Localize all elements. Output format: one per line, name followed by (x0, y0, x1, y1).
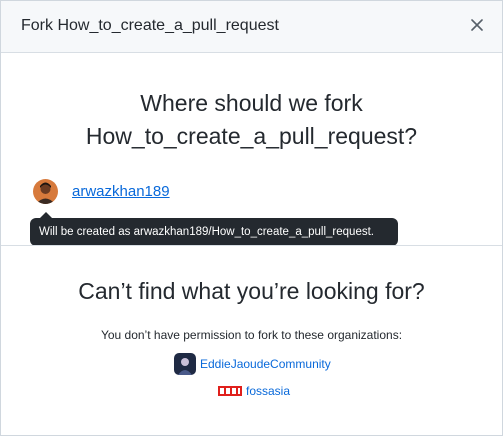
close-button[interactable] (464, 12, 490, 38)
org-name: EddieJaoudeCommunity (200, 357, 331, 371)
fork-question-line-2: How_to_create_a_pull_request? (85, 123, 418, 149)
fork-dialog: Fork How_to_create_a_pull_request Where … (0, 0, 503, 436)
cant-find-heading: Can’t find what you’re looking for? (78, 278, 425, 304)
owner-option[interactable]: arwazkhan189 (33, 176, 170, 206)
close-icon (471, 19, 483, 31)
org-logo-fossasia-icon (218, 385, 242, 397)
org-name: fossasia (246, 384, 291, 398)
dialog-header: Fork How_to_create_a_pull_request (1, 1, 502, 53)
section-divider (1, 245, 502, 246)
owner-username-link[interactable]: arwazkhan189 (72, 183, 170, 200)
org-item-eddiejaoudecommunity[interactable]: EddieJaoudeCommunity (174, 353, 331, 375)
dialog-title: Fork How_to_create_a_pull_request (21, 17, 279, 34)
org-item-fossasia[interactable]: fossasia (218, 383, 290, 399)
no-permission-note: You don’t have permission to fork to the… (100, 328, 403, 342)
fork-question: Where should we fork How_to_create_a_pul… (1, 87, 502, 153)
tooltip-text: Will be created as arwazkhan189/How_to_c… (39, 226, 374, 238)
org-avatar-eddiejaoude-icon (174, 353, 196, 375)
user-avatar (33, 178, 58, 204)
fork-question-line-1: Where should we fork (140, 90, 363, 116)
fork-destination-tooltip: Will be created as arwazkhan189/How_to_c… (30, 212, 398, 246)
tooltip-arrow (40, 212, 52, 218)
